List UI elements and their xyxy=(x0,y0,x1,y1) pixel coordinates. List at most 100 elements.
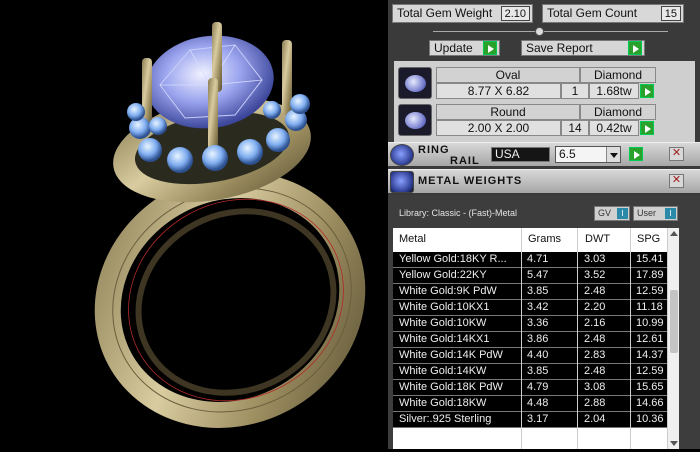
weight-slider-track[interactable] xyxy=(433,31,668,32)
metal-weights-close-icon[interactable]: ✕ xyxy=(669,174,684,188)
user-toggle-indicator: I xyxy=(665,208,676,219)
dwt-cell: 3.08 xyxy=(584,381,606,393)
dwt-cell: 2.04 xyxy=(584,413,606,425)
weight-slider-handle[interactable] xyxy=(535,27,544,36)
metal-name-cell: Yellow Gold:18KY R... xyxy=(399,253,507,265)
dwt-cell: 2.88 xyxy=(584,397,606,409)
ring-region-field[interactable]: USA xyxy=(491,147,550,162)
chevron-down-icon[interactable] xyxy=(606,147,620,162)
gem-type: Diamond xyxy=(580,104,656,120)
dwt-cell: 2.83 xyxy=(584,349,606,361)
gem-size: 2.00 X 2.00 xyxy=(436,120,561,136)
user-toggle[interactable]: User I xyxy=(633,206,678,221)
spg-cell: 14.37 xyxy=(636,349,664,361)
save-report-go-icon[interactable] xyxy=(628,41,642,55)
gem-row-oval[interactable]: Oval Diamond 8.77 X 6.82 1 1.68tw xyxy=(396,65,693,101)
gem-shape: Round xyxy=(436,104,580,120)
metal-name-cell: White Gold:9K PdW xyxy=(399,285,497,297)
table-row[interactable]: White Gold:14K PdW 4.40 2.83 14.37 xyxy=(393,348,667,364)
ring-rail-go-icon[interactable] xyxy=(629,147,643,161)
dwt-cell: 2.16 xyxy=(584,317,606,329)
table-row[interactable]: Silver:.925 Sterling 3.17 2.04 10.36 xyxy=(393,412,667,428)
total-gem-count-label: Total Gem Count xyxy=(547,6,638,20)
column-header-grams[interactable]: Grams xyxy=(528,233,561,245)
spg-cell: 15.65 xyxy=(636,381,664,393)
table-scrollbar[interactable] xyxy=(667,228,679,449)
ring-rail-icon xyxy=(390,144,414,166)
scroll-down-icon[interactable] xyxy=(670,441,678,446)
dwt-cell: 3.52 xyxy=(584,269,606,281)
spg-cell: 10.36 xyxy=(636,413,664,425)
3d-viewport[interactable] xyxy=(0,0,388,449)
save-report-label: Save Report xyxy=(526,41,593,55)
table-row[interactable]: White Gold:18KW 4.48 2.88 14.66 xyxy=(393,396,667,412)
table-row[interactable]: White Gold:10KX1 3.42 2.20 11.18 xyxy=(393,300,667,316)
save-report-button[interactable]: Save Report xyxy=(521,40,645,56)
table-row[interactable]: White Gold:14KX1 3.86 2.48 12.61 xyxy=(393,332,667,348)
ring-rail-close-icon[interactable]: ✕ xyxy=(669,147,684,161)
dwt-cell: 2.48 xyxy=(584,285,606,297)
grams-cell: 4.40 xyxy=(527,349,549,361)
update-label: Update xyxy=(434,41,473,55)
gem-edit-go-icon[interactable] xyxy=(640,121,654,135)
table-row[interactable]: White Gold:18K PdW 4.79 3.08 15.65 xyxy=(393,380,667,396)
ring-rail-title-line2: RAIL xyxy=(450,155,480,167)
column-header-metal[interactable]: Metal xyxy=(399,233,426,245)
table-row[interactable]: Yellow Gold:18KY R... 4.71 3.03 15.41 xyxy=(393,252,667,268)
update-go-icon[interactable] xyxy=(483,41,497,55)
table-row[interactable]: White Gold:9K PdW 3.85 2.48 12.59 xyxy=(393,284,667,300)
grams-cell: 3.42 xyxy=(527,301,549,313)
gv-toggle[interactable]: GV I xyxy=(594,206,630,221)
grams-cell: 3.85 xyxy=(527,285,549,297)
grams-cell: 3.86 xyxy=(527,333,549,345)
spg-cell: 11.18 xyxy=(636,301,663,313)
total-gem-weight-label: Total Gem Weight xyxy=(397,6,493,20)
ring-size-select[interactable]: 6.5 xyxy=(555,146,621,163)
metal-name-cell: White Gold:10KX1 xyxy=(399,301,490,313)
total-gem-count: Total Gem Count 15 xyxy=(542,4,684,23)
gem-metal-panel: Total Gem Weight 2.10 Total Gem Count 15… xyxy=(388,0,700,449)
table-row[interactable]: White Gold:10KW 3.36 2.16 10.99 xyxy=(393,316,667,332)
total-gem-count-value: 15 xyxy=(660,6,681,21)
metal-name-cell: White Gold:18K PdW xyxy=(399,381,503,393)
grams-cell: 4.71 xyxy=(527,253,549,265)
dwt-cell: 2.48 xyxy=(584,333,606,345)
dwt-cell: 2.20 xyxy=(584,301,606,313)
gem-edit-go-icon[interactable] xyxy=(640,84,654,98)
metal-name-cell: Yellow Gold:22KY xyxy=(399,269,487,281)
table-row[interactable]: White Gold:14KW 3.85 2.48 12.59 xyxy=(393,364,667,380)
gem-weight: 0.42tw xyxy=(589,120,639,136)
gem-shape: Oval xyxy=(436,67,580,83)
metal-weights-title: METAL WEIGHTS xyxy=(418,175,523,187)
metal-name-cell: White Gold:18KW xyxy=(399,397,487,409)
ring-render xyxy=(94,22,366,428)
user-toggle-label: User xyxy=(637,208,657,218)
metal-name-cell: Silver:.925 Sterling xyxy=(399,413,492,425)
column-divider xyxy=(521,228,522,449)
gem-count: 14 xyxy=(561,120,589,136)
scroll-thumb[interactable] xyxy=(670,290,678,353)
ring-rail-title-line1: RING xyxy=(418,144,450,156)
gv-toggle-indicator: I xyxy=(617,208,628,219)
column-divider xyxy=(630,228,631,449)
spg-cell: 15.41 xyxy=(636,253,664,265)
column-divider xyxy=(577,228,578,449)
grams-cell: 3.36 xyxy=(527,317,549,329)
total-gem-weight-value: 2.10 xyxy=(500,6,530,21)
column-header-spg[interactable]: SPG xyxy=(637,233,660,245)
spg-cell: 12.59 xyxy=(636,365,664,377)
metal-weights-icon xyxy=(390,171,414,193)
spg-cell: 12.59 xyxy=(636,285,664,297)
metal-name-cell: White Gold:14K PdW xyxy=(399,349,503,361)
metal-weights-panel: Library: Classic - (Fast)-Metal GV I Use… xyxy=(388,195,700,449)
gem-count: 1 xyxy=(561,83,589,99)
gem-size: 8.77 X 6.82 xyxy=(436,83,561,99)
ring-size-value: 6.5 xyxy=(559,147,576,161)
table-row[interactable]: Yellow Gold:22KY 5.47 3.52 17.89 xyxy=(393,268,667,284)
spg-cell: 14.66 xyxy=(636,397,664,409)
dwt-cell: 3.03 xyxy=(584,253,606,265)
scroll-up-icon[interactable] xyxy=(670,231,678,236)
gem-row-round[interactable]: Round Diamond 2.00 X 2.00 14 0.42tw xyxy=(396,102,693,138)
metal-name-cell: White Gold:14KW xyxy=(399,365,487,377)
column-header-dwt[interactable]: DWT xyxy=(585,233,610,245)
